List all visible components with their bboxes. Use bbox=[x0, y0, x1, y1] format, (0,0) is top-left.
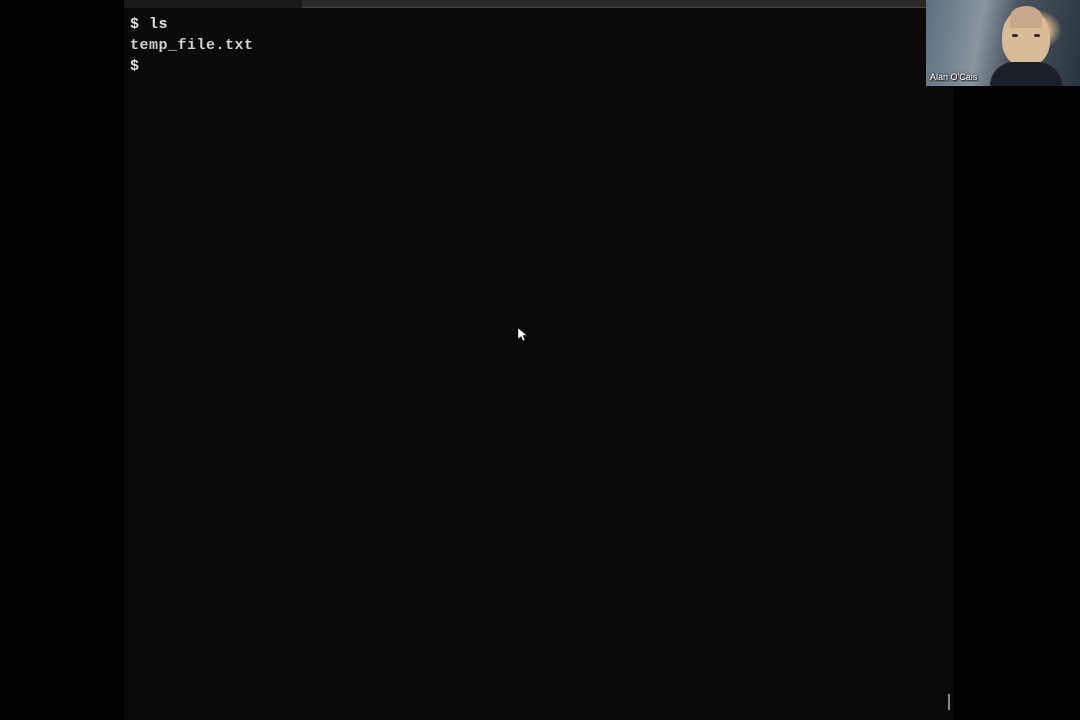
terminal-title-bar bbox=[124, 0, 954, 8]
terminal-line-output: temp_file.txt bbox=[130, 35, 948, 56]
shell-prompt: $ bbox=[130, 56, 149, 77]
shell-command: ls bbox=[149, 16, 168, 33]
webcam-participant-video[interactable]: Alan O'Cais bbox=[926, 0, 1080, 86]
scrollbar-thumb[interactable] bbox=[948, 694, 950, 710]
participant-face bbox=[1002, 8, 1050, 66]
terminal-line-command: $ ls bbox=[130, 14, 948, 35]
screen-background: $ ls temp_file.txt $ Alan O'Cais bbox=[0, 0, 1080, 720]
terminal-window[interactable]: $ ls temp_file.txt $ bbox=[124, 0, 954, 720]
terminal-current-line[interactable]: $ bbox=[130, 56, 948, 77]
participant-name-label: Alan O'Cais bbox=[930, 72, 977, 82]
shell-prompt: $ bbox=[130, 16, 149, 33]
participant-body bbox=[990, 62, 1062, 86]
terminal-tab[interactable] bbox=[124, 0, 302, 8]
terminal-output-area[interactable]: $ ls temp_file.txt $ bbox=[124, 8, 954, 83]
